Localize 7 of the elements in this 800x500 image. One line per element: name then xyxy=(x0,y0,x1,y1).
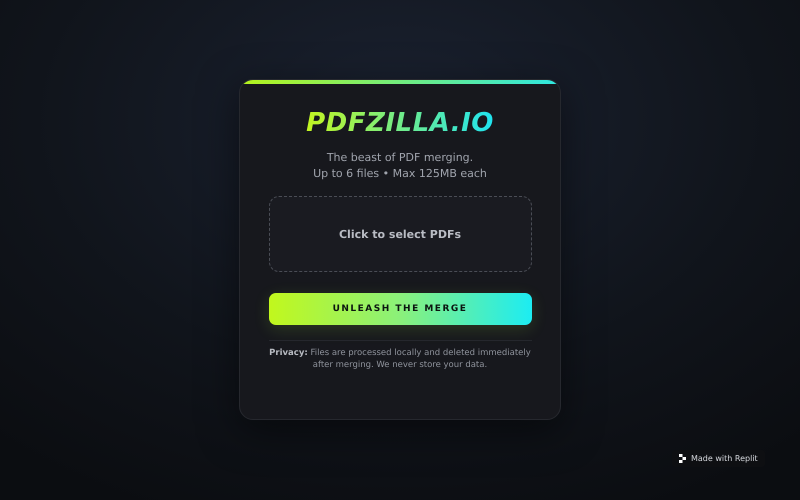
privacy-note: Privacy: Files are processed locally and deleted immediately after merging. We never store your data. xyxy=(269,347,531,371)
replit-logo-icon xyxy=(679,454,686,463)
file-dropzone[interactable]: Click to select PDFs xyxy=(268,196,532,272)
tagline: Up to 6 files • Max 125MB each xyxy=(313,166,487,182)
tagline: The beast of PDF merging. xyxy=(326,150,474,166)
merge-button[interactable]: UNLEASH THE MERGE xyxy=(268,293,532,325)
badge-text: Made with Replit xyxy=(691,454,758,463)
